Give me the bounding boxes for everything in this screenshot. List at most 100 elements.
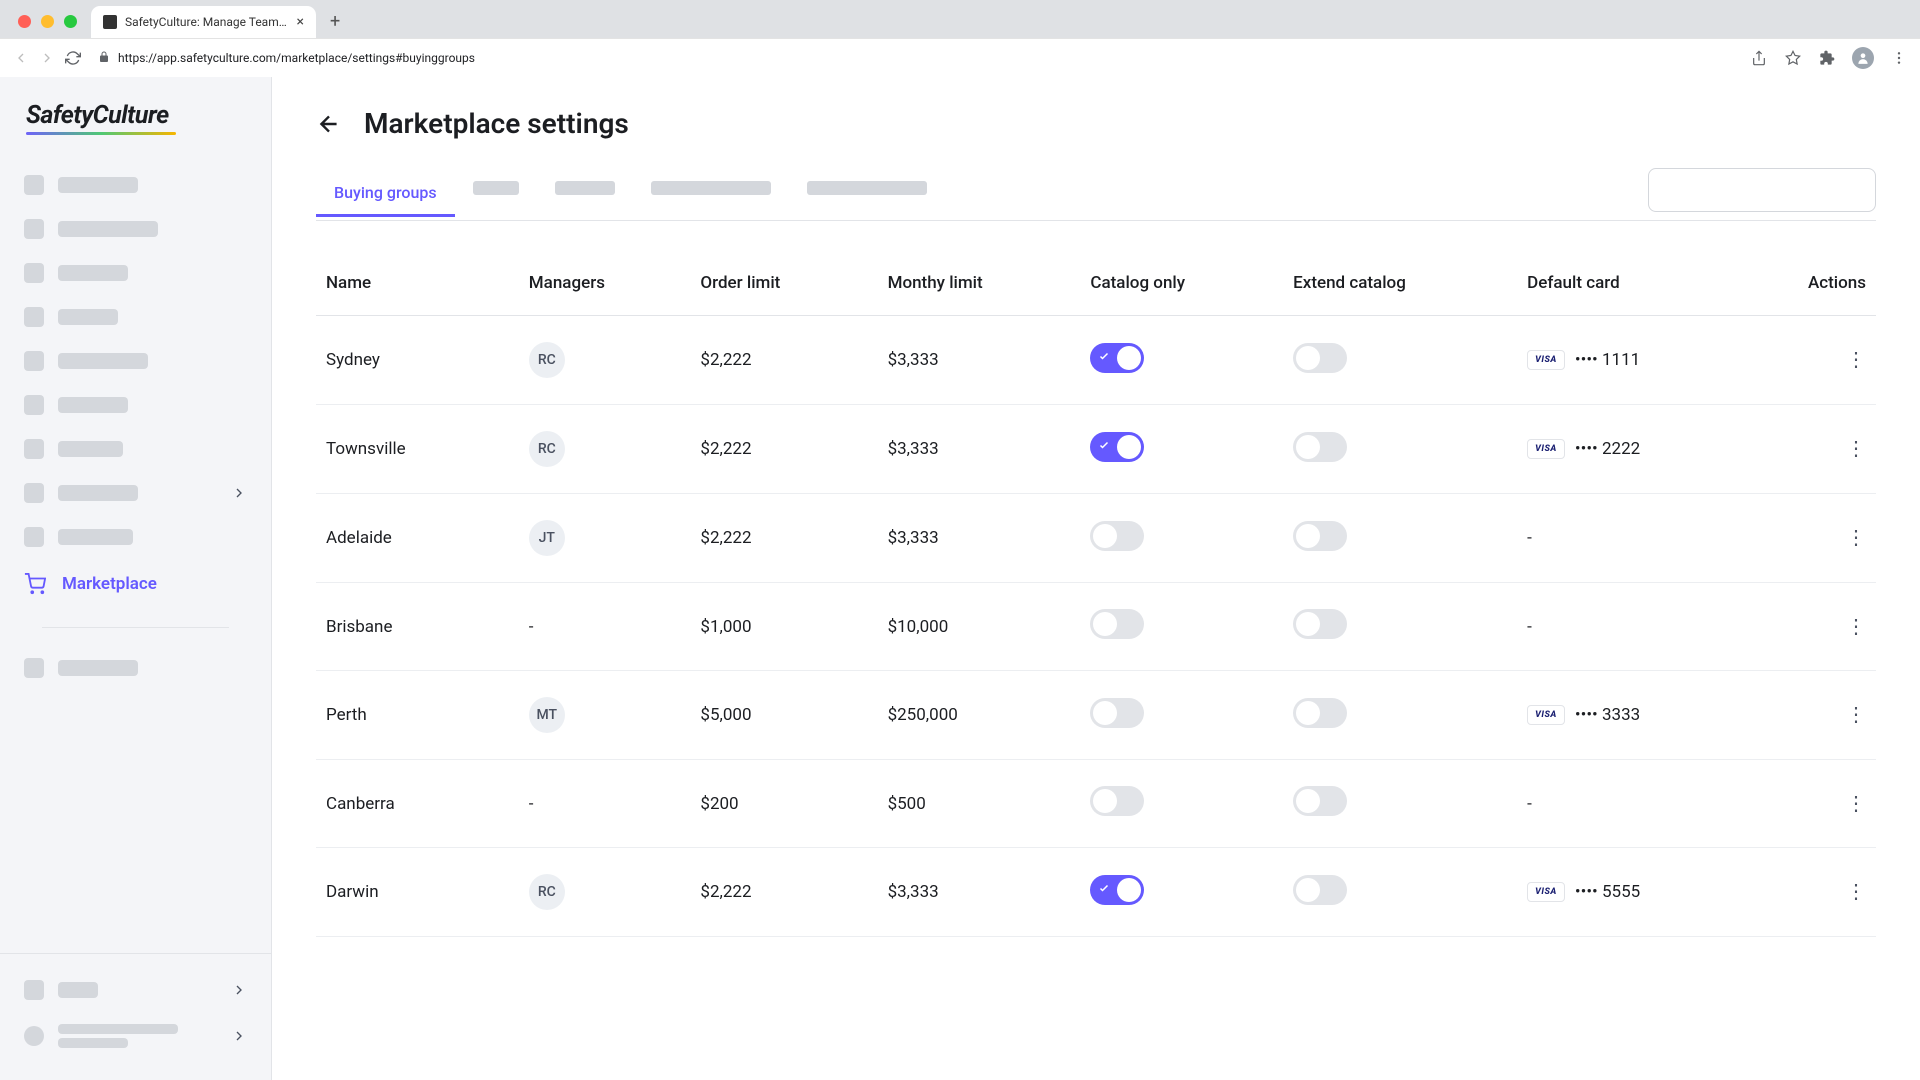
cell-monthly-limit: $3,333 xyxy=(878,494,1081,583)
col-order-limit: Order limit xyxy=(690,255,877,316)
sidebar-item[interactable] xyxy=(18,343,253,379)
tab-placeholder[interactable] xyxy=(807,181,927,195)
row-actions-menu-icon[interactable]: ⋮ xyxy=(1846,525,1866,549)
sidebar-item[interactable] xyxy=(18,255,253,291)
sidebar-item[interactable] xyxy=(18,387,253,423)
sidebar-item[interactable] xyxy=(18,167,253,203)
catalog-only-toggle[interactable] xyxy=(1090,343,1144,373)
profile-avatar-icon[interactable] xyxy=(1852,47,1874,69)
cell-catalog-only xyxy=(1080,405,1283,494)
sidebar-item[interactable] xyxy=(18,299,253,335)
star-icon[interactable] xyxy=(1784,49,1802,67)
sidebar-item[interactable] xyxy=(18,519,253,555)
cell-actions: ⋮ xyxy=(1767,405,1876,494)
card-last4: •••• 3333 xyxy=(1575,705,1640,725)
browser-chrome: SafetyCulture: Manage Teams and ... × + … xyxy=(0,0,1920,77)
col-name: Name xyxy=(316,255,519,316)
chevron-right-icon xyxy=(231,982,247,998)
cell-extend-catalog xyxy=(1283,583,1517,671)
cell-catalog-only xyxy=(1080,760,1283,848)
catalog-only-toggle[interactable] xyxy=(1090,875,1144,905)
extend-catalog-toggle[interactable] xyxy=(1293,609,1347,639)
browser-right-icons xyxy=(1750,47,1908,69)
manager-avatar[interactable]: RC xyxy=(529,431,565,467)
cell-managers: - xyxy=(519,583,691,671)
chevron-right-icon xyxy=(231,485,247,501)
row-actions-menu-icon[interactable]: ⋮ xyxy=(1846,614,1866,638)
tab-buying-groups[interactable]: Buying groups xyxy=(316,171,455,217)
manager-avatar[interactable]: RC xyxy=(529,874,565,910)
back-icon[interactable] xyxy=(12,49,30,67)
manager-avatar[interactable]: JT xyxy=(529,520,565,556)
tab-placeholder[interactable] xyxy=(555,181,615,195)
cell-actions: ⋮ xyxy=(1767,583,1876,671)
col-managers: Managers xyxy=(519,255,691,316)
catalog-only-toggle[interactable] xyxy=(1090,609,1144,639)
cell-catalog-only xyxy=(1080,848,1283,937)
browser-tab[interactable]: SafetyCulture: Manage Teams and ... × xyxy=(91,6,316,38)
buying-groups-table: Name Managers Order limit Monthy limit C… xyxy=(316,255,1876,937)
traffic-lights xyxy=(12,15,91,38)
cell-name: Brisbane xyxy=(316,583,519,671)
new-tab-button[interactable]: + xyxy=(316,11,354,38)
sidebar-item-marketplace[interactable]: Marketplace xyxy=(18,563,253,605)
reload-icon[interactable] xyxy=(64,49,82,67)
extend-catalog-toggle[interactable] xyxy=(1293,521,1347,551)
tab-placeholder[interactable] xyxy=(651,181,771,195)
back-arrow-icon[interactable] xyxy=(316,111,342,137)
cell-catalog-only xyxy=(1080,316,1283,405)
main-content: Marketplace settings Buying groups Name … xyxy=(272,77,1920,1080)
extend-catalog-toggle[interactable] xyxy=(1293,343,1347,373)
window-minimize-button[interactable] xyxy=(41,15,54,28)
row-actions-menu-icon[interactable]: ⋮ xyxy=(1846,702,1866,726)
cell-order-limit: $200 xyxy=(690,760,877,848)
extend-catalog-toggle[interactable] xyxy=(1293,698,1347,728)
sidebar-item[interactable] xyxy=(18,475,253,511)
sidebar-item[interactable] xyxy=(18,1016,253,1056)
cell-managers: MT xyxy=(519,671,691,760)
address-bar: https://app.safetyculture.com/marketplac… xyxy=(0,38,1920,77)
cell-extend-catalog xyxy=(1283,405,1517,494)
table-row: SydneyRC$2,222$3,333VISA•••• 1111⋮ xyxy=(316,316,1876,405)
table-row: DarwinRC$2,222$3,333VISA•••• 5555⋮ xyxy=(316,848,1876,937)
forward-icon[interactable] xyxy=(38,49,56,67)
table-row: Canberra-$200$500-⋮ xyxy=(316,760,1876,848)
url-bar[interactable]: https://app.safetyculture.com/marketplac… xyxy=(90,51,1742,66)
page-title: Marketplace settings xyxy=(364,107,629,140)
row-actions-menu-icon[interactable]: ⋮ xyxy=(1846,791,1866,815)
col-extend-catalog: Extend catalog xyxy=(1283,255,1517,316)
row-actions-menu-icon[interactable]: ⋮ xyxy=(1846,347,1866,371)
search-input[interactable] xyxy=(1648,168,1876,212)
extend-catalog-toggle[interactable] xyxy=(1293,786,1347,816)
extend-catalog-toggle[interactable] xyxy=(1293,875,1347,905)
row-actions-menu-icon[interactable]: ⋮ xyxy=(1846,436,1866,460)
cell-actions: ⋮ xyxy=(1767,316,1876,405)
sidebar-item[interactable] xyxy=(18,972,253,1008)
visa-logo-icon: VISA xyxy=(1527,705,1565,725)
catalog-only-toggle[interactable] xyxy=(1090,432,1144,462)
tab-placeholder[interactable] xyxy=(473,181,519,195)
app-logo[interactable]: SafetyCulture xyxy=(0,101,271,157)
sidebar-nav: Marketplace xyxy=(0,157,271,696)
cart-icon xyxy=(24,573,46,595)
extensions-icon[interactable] xyxy=(1818,49,1836,67)
catalog-only-toggle[interactable] xyxy=(1090,521,1144,551)
share-icon[interactable] xyxy=(1750,49,1768,67)
sidebar-item[interactable] xyxy=(18,431,253,467)
catalog-only-toggle[interactable] xyxy=(1090,786,1144,816)
window-close-button[interactable] xyxy=(18,15,31,28)
sidebar-item[interactable] xyxy=(18,650,253,686)
sidebar-item[interactable] xyxy=(18,211,253,247)
cell-order-limit: $2,222 xyxy=(690,316,877,405)
cell-catalog-only xyxy=(1080,494,1283,583)
chrome-menu-icon[interactable] xyxy=(1890,49,1908,67)
logo-text: SafetyCulture xyxy=(26,101,245,130)
window-maximize-button[interactable] xyxy=(64,15,77,28)
manager-avatar[interactable]: MT xyxy=(529,697,565,733)
extend-catalog-toggle[interactable] xyxy=(1293,432,1347,462)
catalog-only-toggle[interactable] xyxy=(1090,698,1144,728)
row-actions-menu-icon[interactable]: ⋮ xyxy=(1846,879,1866,903)
cell-managers: RC xyxy=(519,848,691,937)
tab-close-icon[interactable]: × xyxy=(297,14,304,30)
manager-avatar[interactable]: RC xyxy=(529,342,565,378)
